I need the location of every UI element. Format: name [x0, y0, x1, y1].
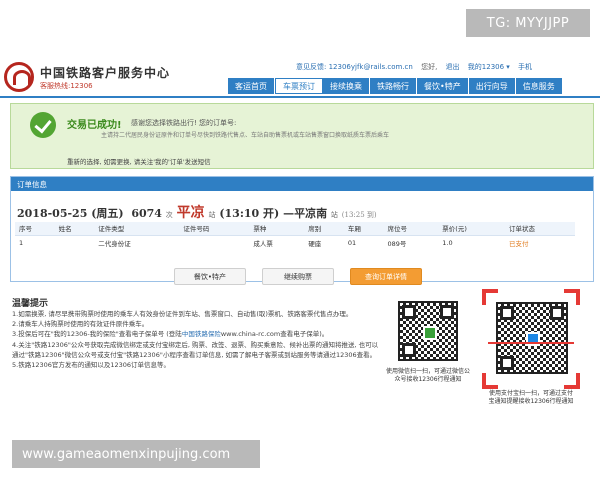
order-panel: 订单信息 2018-05-25 (周五) 6074 次 平凉 站 (13:10 …: [10, 176, 594, 282]
trip-summary: 2018-05-25 (周五) 6074 次 平凉 站 (13:10 开) —平…: [17, 202, 377, 222]
departure-suffix: 站: [208, 211, 216, 219]
arrival-time: (13:25 到): [341, 211, 377, 219]
success-note: 重新的选择, 如需更换, 请关注'我的'订单'发送短信: [67, 158, 211, 166]
nav-divider: [0, 96, 600, 98]
cell-id-no: [179, 235, 249, 251]
success-title: 交易已成功!: [67, 120, 122, 131]
cell-ticket-type: 成人票: [253, 240, 273, 249]
insurance-link[interactable]: 中国铁路保险: [182, 330, 221, 338]
nav-item-1[interactable]: 车票预订: [275, 78, 323, 94]
mobile-link[interactable]: 手机: [518, 63, 532, 71]
main-nav: 客运首页 车票预订 接续换乘 铁路畅行 餐饮•特产 出行向导 信息服务: [228, 78, 563, 94]
departure-station: 平凉: [176, 205, 205, 221]
order-number-label: 感谢您选择铁路出行! 您的订单号:: [131, 119, 237, 127]
scan-line: [488, 342, 574, 344]
train-suffix: 次: [165, 211, 173, 219]
tip-item: 1.如需换票, 请尽早携带购票时使用的乘车人有效身份证件到车站、售票窗口、自动售…: [12, 310, 353, 318]
column-header: 姓名: [54, 222, 95, 236]
column-header: 序号: [15, 222, 55, 236]
alipay-qr-code: [496, 302, 568, 374]
cell-status: 已支付: [508, 240, 529, 249]
tip-item: 2.请乘车人持购票时使用的有效证件原件乘车。: [12, 320, 149, 329]
feedback-link[interactable]: 意见反馈: 12306yjfk@rails.com.cn: [296, 63, 413, 71]
cell-price: 1.0: [442, 239, 453, 248]
nav-item-4[interactable]: 餐饮•特产: [417, 78, 469, 94]
railway-logo-icon[interactable]: [4, 62, 34, 92]
departure-time: (13:10 开): [219, 207, 280, 220]
column-header: 席别: [304, 222, 344, 236]
trip-date: 2018-05-25: [17, 207, 88, 220]
column-header: 订单状态: [504, 222, 575, 236]
column-header: 票价(元): [438, 222, 505, 236]
arrival-suffix: 站: [330, 211, 338, 219]
nav-item-6[interactable]: 信息服务: [515, 78, 563, 94]
table-row: 1 二代身份证 成人票 硬座 01 089号 1.0 已支付: [15, 235, 575, 251]
column-header: 车厢: [343, 222, 384, 236]
column-header: 票种: [249, 222, 305, 236]
nav-item-5[interactable]: 出行向导: [468, 78, 516, 94]
ticket-table: 序号 姓名 证件类型 证件号码 票种 席别 车厢 席位号 票价(元) 订单状态 1 二代身份证 成人票…: [15, 222, 575, 251]
cell-name: [55, 235, 95, 251]
ticket-table-header: 序号 姓名 证件类型 证件号码 票种 席别 车厢 席位号 票价(元) 订单状态: [15, 222, 575, 236]
my-12306-menu[interactable]: 我的12306 ▾: [468, 63, 510, 71]
nav-item-2[interactable]: 接续换乘: [323, 78, 370, 94]
tip-item: 5.铁路12306官方发布的通知以及12306订单信息等。: [12, 361, 171, 370]
site-title[interactable]: 中国铁路客户服务中心: [40, 64, 170, 81]
query-order-button[interactable]: 查询订单详情: [350, 268, 422, 285]
watermark-bottom: www.gameaomenxinpujing.com: [12, 440, 260, 468]
wechat-qr-code: [398, 301, 458, 361]
success-check-icon: [30, 112, 56, 138]
top-links: 意见反馈: 12306yjfk@rails.com.cn 您好, 退出 我的12…: [296, 62, 538, 72]
column-header: 席位号: [383, 222, 439, 236]
column-header: 证件类型: [94, 222, 180, 236]
cell-no: 1: [19, 239, 24, 248]
logout-link[interactable]: 退出: [446, 63, 460, 71]
success-order-line: 感谢您选择铁路出行! 您的订单号:: [131, 118, 236, 128]
watermark-top: TG: MYYJJPP: [466, 9, 590, 37]
tips-list: 1.如需换票, 请尽早携带购票时使用的乘车人有效身份证件到车站、售票窗口、自动售…: [12, 309, 384, 370]
continue-booking-button[interactable]: 继续购票: [262, 268, 334, 285]
trip-weekday: (周五): [91, 207, 124, 220]
site-header: 中国铁路客户服务中心 客服热线:12306 意见反馈: 12306yjfk@ra…: [0, 48, 600, 96]
alipay-qr-caption: 使用支付宝扫一扫，可通过支付宝通知提醒接收12306行程通知: [488, 390, 574, 405]
cell-id-type: 二代身份证: [98, 240, 131, 249]
success-instructions: 主请持二代居民身份证原件和订单号尽快到铁路代售点、车站自助售票机或车站售票窗口换…: [101, 132, 390, 139]
success-panel: 交易已成功! 感谢您选择铁路出行! 您的订单号: 主请持二代居民身份证原件和订单…: [10, 103, 594, 169]
food-button[interactable]: 餐饮•特产: [174, 268, 246, 285]
hotline-text: 客服热线:12306: [40, 82, 93, 90]
nav-item-3[interactable]: 铁路畅行: [370, 78, 417, 94]
tips-title: 温馨提示: [12, 299, 49, 309]
page: TG: MYYJJPP 中国铁路客户服务中心 客服热线:12306 意见反馈: …: [0, 0, 600, 480]
cell-seat-no: 089号: [387, 240, 407, 249]
wechat-icon: [423, 326, 437, 340]
wechat-qr-caption: 使用微信扫一扫，可通过微信公众号接收12306行程通知: [385, 368, 470, 383]
trip-arrow: —: [283, 207, 295, 220]
tip-item: 4.关注"铁路12306"公众号获取完成微信绑定或支付宝绑定后, 购票、改签、退…: [12, 340, 379, 359]
cell-car: 01: [347, 239, 357, 248]
train-number: 6074: [131, 207, 162, 220]
column-header: 证件号码: [179, 222, 250, 236]
tip-item: 3.投保后可在"我的12306-我的保险"查看电子保单号 (登陆中国铁路保险ww…: [12, 330, 329, 339]
nav-item-0[interactable]: 客运首页: [228, 78, 275, 94]
cell-seat-class: 硬座: [308, 240, 322, 249]
order-panel-title: 订单信息: [11, 177, 593, 191]
greeting-text: 您好,: [421, 63, 438, 71]
arrival-station: 平凉南: [294, 207, 328, 220]
